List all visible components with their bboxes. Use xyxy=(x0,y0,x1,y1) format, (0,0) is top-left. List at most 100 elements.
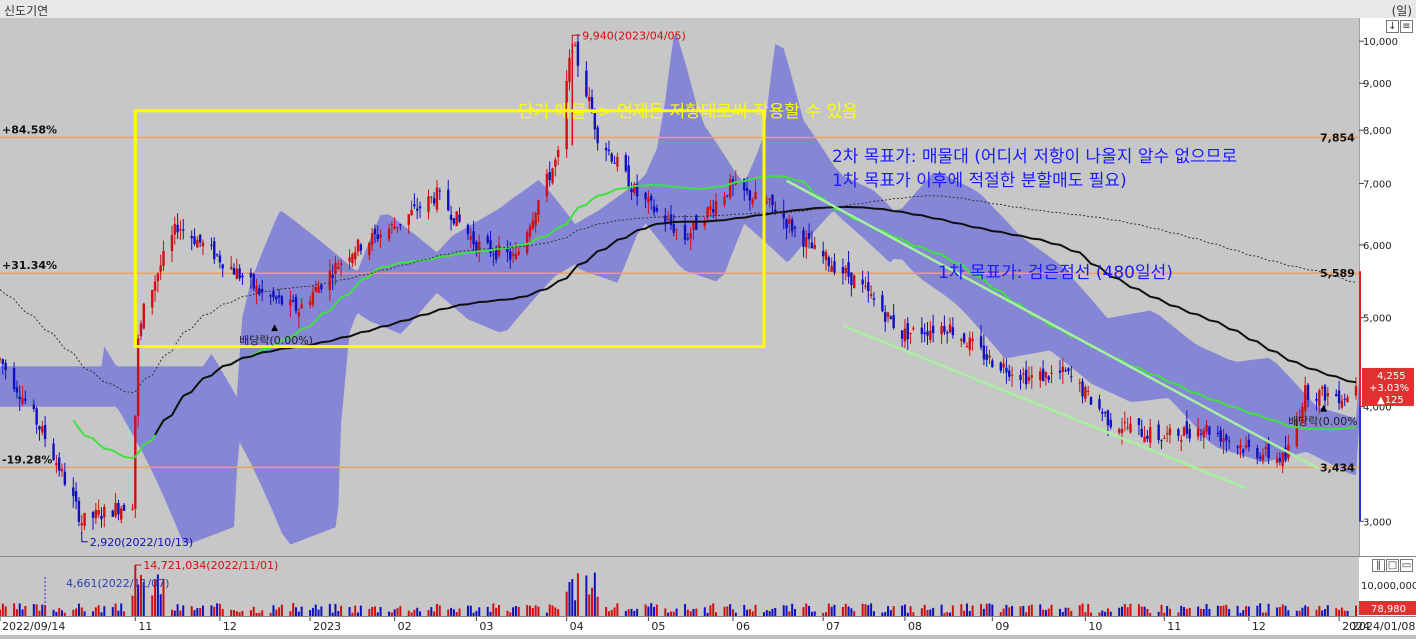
candle-body xyxy=(1140,428,1143,437)
volume-bar xyxy=(216,603,219,617)
note-target2-line2: 1차 목표가 이후에 적절한 분할매도 필요) xyxy=(832,171,1127,191)
candle-body xyxy=(255,285,258,293)
volume-bar xyxy=(588,594,591,617)
price-tick-label-6: 9,000 xyxy=(1363,79,1392,90)
candle-body xyxy=(272,291,275,298)
candle-body xyxy=(686,238,690,240)
candle-body xyxy=(317,286,320,293)
percent-label-1: +84.58% xyxy=(2,124,57,137)
volume-bar xyxy=(565,591,568,617)
candle-body xyxy=(728,179,732,198)
volume-axis-buttons[interactable]: ‖ □ ▭ xyxy=(1371,559,1413,572)
volume-panel[interactable]: 14,721,034(2022/11/01) 4,661(2022/11/07) xyxy=(0,556,1359,617)
candle-body xyxy=(455,211,458,227)
low-marker xyxy=(81,532,88,543)
candle-body xyxy=(393,226,396,229)
current-change-pct: +3.03% xyxy=(1369,383,1409,394)
candle-body xyxy=(666,218,670,220)
volume-bar xyxy=(965,603,968,617)
price-tick-label-3: 6,000 xyxy=(1363,241,1392,252)
volume-bar xyxy=(218,603,221,617)
candle-body xyxy=(94,509,98,519)
price-tick-label-7: 10,000 xyxy=(1363,37,1398,48)
candle-body xyxy=(652,206,656,213)
candle-body xyxy=(43,425,47,440)
candle-body xyxy=(655,207,659,212)
candle-body xyxy=(537,200,540,215)
candle-body xyxy=(1236,446,1239,448)
vol-btn-3[interactable]: ▭ xyxy=(1400,559,1413,572)
vol-btn-1[interactable]: ‖ xyxy=(1372,559,1385,572)
candle-body xyxy=(427,196,430,213)
candle-body xyxy=(765,201,769,203)
candle-body xyxy=(179,229,182,231)
candle-body xyxy=(528,226,532,237)
candle-body xyxy=(452,218,456,224)
candle-body xyxy=(869,294,873,296)
candle-body xyxy=(331,274,334,279)
candle-body xyxy=(390,223,394,226)
candle-body xyxy=(650,195,653,201)
volume-bar xyxy=(861,603,864,617)
candle-body xyxy=(55,462,58,466)
axis-btn-1[interactable]: ↓ xyxy=(1386,20,1399,33)
candle-body xyxy=(931,325,935,334)
candle-body xyxy=(334,262,337,274)
candle-body xyxy=(196,240,199,248)
candle-body xyxy=(1320,387,1324,389)
candle-body xyxy=(850,272,853,286)
volume-bar xyxy=(1259,603,1262,617)
date-tick-label-3: 2023 xyxy=(313,620,341,633)
candle-body xyxy=(407,214,410,225)
candle-body xyxy=(813,244,816,249)
candle-body xyxy=(517,251,520,255)
axis-btn-2[interactable]: ≡ xyxy=(1400,20,1413,33)
volume-bar xyxy=(492,603,495,617)
candle-body xyxy=(754,192,757,200)
volume-current: 78,980 xyxy=(1371,604,1406,615)
candle-body xyxy=(948,324,952,333)
candle-body xyxy=(1177,429,1180,436)
candle-body xyxy=(1196,428,1200,437)
ex-dividend-label-2: 배당락(0.00%) xyxy=(1288,415,1359,428)
candle-body xyxy=(909,332,912,334)
candle-body xyxy=(785,219,788,229)
date-tick-label-9: 07 xyxy=(826,620,840,633)
candle-body xyxy=(1002,363,1005,368)
candle-body xyxy=(153,281,157,291)
candle-body xyxy=(892,315,895,328)
candle-body xyxy=(568,57,571,83)
candle-body xyxy=(1343,399,1346,401)
candle-body xyxy=(807,233,811,240)
candle-body xyxy=(864,285,867,287)
candle-body xyxy=(416,208,419,211)
candle-body xyxy=(275,296,278,300)
stock-name: 신도기연 xyxy=(4,4,49,18)
candle-body xyxy=(21,397,24,404)
candle-body xyxy=(193,236,196,244)
candle-body xyxy=(830,265,833,272)
candle-body xyxy=(12,368,16,390)
candle-body xyxy=(624,155,628,172)
candle-body xyxy=(1070,376,1073,378)
candle-body xyxy=(354,252,357,260)
candle-body xyxy=(1098,399,1101,409)
candle-body xyxy=(252,273,255,289)
candle-body xyxy=(587,96,591,102)
candle-body xyxy=(1008,370,1011,377)
volume-bar xyxy=(18,603,21,617)
candle-body xyxy=(1165,433,1169,435)
candle-body xyxy=(63,471,67,485)
candle-body xyxy=(551,168,554,184)
price-axis-svg: 3,0004,0005,0006,0007,0008,0009,00010,00… xyxy=(1358,18,1414,556)
axis-buttons[interactable]: ↓ ≡ xyxy=(1385,20,1413,33)
candle-body xyxy=(1242,449,1245,453)
candle-body xyxy=(18,396,21,400)
price-chart-panel[interactable]: +84.58% +31.34% -19.28% 2,920(2022/10/13) 9,… xyxy=(0,18,1416,556)
candle-body xyxy=(951,327,955,336)
vol-btn-2[interactable]: □ xyxy=(1386,559,1399,572)
candle-body xyxy=(627,165,630,189)
candle-body xyxy=(103,506,106,518)
candle-body xyxy=(83,512,86,526)
candle-body xyxy=(131,508,134,510)
